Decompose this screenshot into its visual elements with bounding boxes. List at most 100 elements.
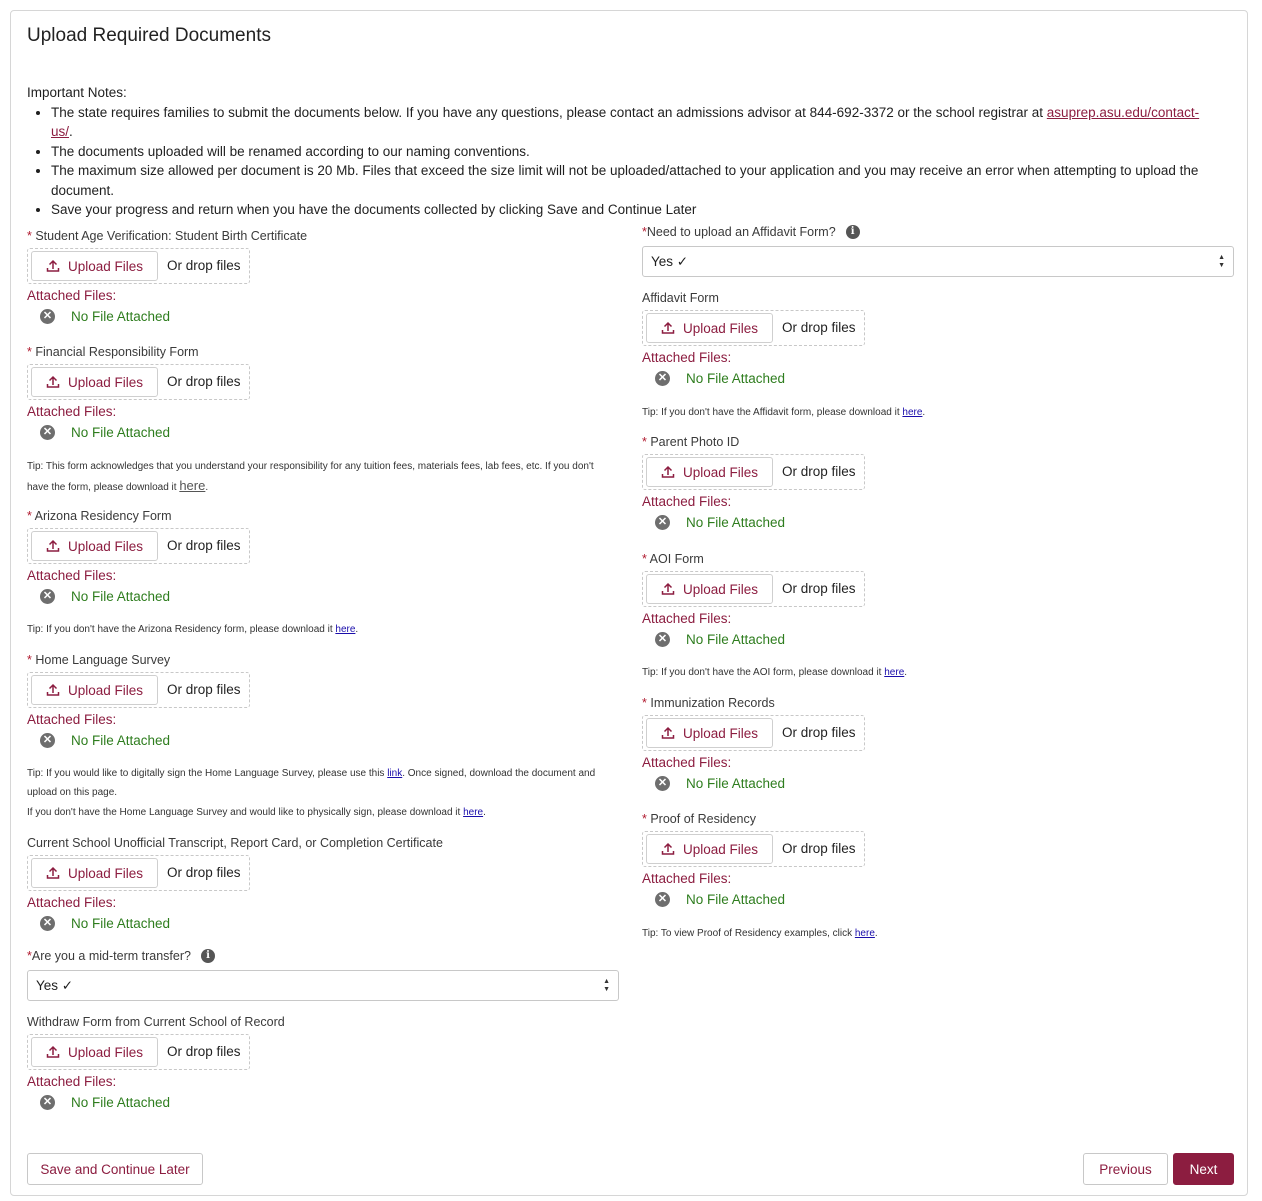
upload-documents-panel: Upload Required Documents Important Note… [10,10,1248,1196]
affidavit-download-link[interactable]: here [902,407,922,418]
no-file-row: ✕ No File Attached [642,629,1234,649]
upload-icon [46,539,60,552]
language-tip-download: If you don't have the Home Language Surv… [27,807,486,818]
save-continue-later-button[interactable]: Save and Continue Later [27,1153,203,1185]
upload-icon [46,259,60,272]
file-dropzone[interactable]: Upload Files Or drop files [642,454,865,490]
no-file-text: No File Attached [71,915,171,931]
withdraw-form-field: Withdraw Form from Current School of Rec… [27,1014,619,1112]
next-button[interactable]: Next [1173,1153,1234,1185]
file-dropzone[interactable]: Upload Files Or drop files [27,672,250,708]
file-dropzone[interactable]: Upload Files Or drop files [27,364,250,400]
upload-files-button[interactable]: Upload Files [31,1037,158,1067]
no-file-row: ✕ No File Attached [27,913,619,933]
field-label: * Immunization Records [642,696,775,710]
proof-examples-link[interactable]: here [855,928,875,939]
previous-button[interactable]: Previous [1083,1153,1168,1185]
attached-files-label: Attached Files: [27,288,117,303]
note-text: . [69,124,73,139]
note-item: The maximum size allowed per document is… [51,161,1217,200]
no-file-row: ✕ No File Attached [642,368,1234,388]
no-file-row: ✕ No File Attached [27,1092,619,1112]
info-icon[interactable]: i [200,949,215,963]
field-label: * Are you a mid-term transfer? i [27,947,619,965]
field-label: * AOI Form [642,552,704,566]
field-label: Current School Unofficial Transcript, Re… [27,836,443,850]
upload-files-button[interactable]: Upload Files [31,367,158,397]
notes-list: The state requires families to submit th… [27,103,1217,220]
drop-files-text: Or drop files [167,258,241,273]
no-file-text: No File Attached [71,588,171,604]
file-dropzone[interactable]: Upload Files Or drop files [642,310,865,346]
field-label: * Need to upload an Affidavit Form? i [642,223,1234,241]
aoi-tip: Tip: If you don't have the AOI form, ple… [642,667,908,678]
close-circle-icon: ✕ [655,775,670,791]
mid-term-transfer-select[interactable]: Yes ✓ ▲ ▼ [27,970,619,1001]
attached-files-label: Attached Files: [27,568,117,583]
file-dropzone[interactable]: Upload Files Or drop files [27,248,250,284]
field-label: * Home Language Survey [27,653,171,667]
upload-files-button[interactable]: Upload Files [31,251,158,281]
affidavit-tip: Tip: If you don't have the Affidavit for… [642,407,926,418]
affidavit-form-field: Affidavit Form Upload Files Or drop file… [642,290,1234,388]
notes-heading: Important Notes: [27,85,127,100]
upload-files-button[interactable]: Upload Files [31,675,158,705]
attached-files-label: Attached Files: [642,494,732,509]
language-tip-sign: Tip: If you would like to digitally sign… [27,768,596,798]
field-label: Withdraw Form from Current School of Rec… [27,1015,285,1029]
close-circle-icon: ✕ [40,588,55,604]
no-file-text: No File Attached [71,732,171,748]
language-download-link[interactable]: here [463,807,483,818]
close-circle-icon: ✕ [655,891,670,907]
upload-files-button[interactable]: Upload Files [646,313,773,343]
language-sign-link[interactable]: link [387,768,402,779]
file-dropzone[interactable]: Upload Files Or drop files [27,855,250,891]
mid-term-transfer-field: * Are you a mid-term transfer? i Yes ✓ ▲ ▼ [27,947,619,1001]
no-file-row: ✕ No File Attached [27,586,619,606]
no-file-text: No File Attached [71,424,171,440]
field-label: * Financial Responsibility Form [27,345,199,359]
file-dropzone[interactable]: Upload Files Or drop files [27,528,250,564]
attached-files-label: Attached Files: [642,611,732,626]
field-label: * Arizona Residency Form [27,509,172,523]
no-file-row: ✕ No File Attached [642,773,1234,793]
residency-download-link[interactable]: here [335,624,355,635]
upload-files-button[interactable]: Upload Files [646,718,773,748]
attached-files-label: Attached Files: [642,871,732,886]
drop-files-text: Or drop files [167,374,241,389]
upload-icon [46,683,60,696]
financial-download-link[interactable]: here [179,478,205,493]
close-circle-icon: ✕ [40,915,55,931]
drop-files-text: Or drop files [782,725,856,740]
no-file-text: No File Attached [71,1094,171,1110]
file-dropzone[interactable]: Upload Files Or drop files [642,831,865,867]
file-dropzone[interactable]: Upload Files Or drop files [27,1034,250,1070]
file-dropzone[interactable]: Upload Files Or drop files [642,715,865,751]
home-language-field: * Home Language Survey Upload Files Or d… [27,652,619,750]
no-file-text: No File Attached [686,631,786,647]
arizona-residency-field: * Arizona Residency Form Upload Files Or… [27,508,619,606]
no-file-row: ✕ No File Attached [27,730,619,750]
drop-files-text: Or drop files [167,682,241,697]
note-item: Save your progress and return when you h… [51,200,1217,220]
upload-icon [661,726,675,739]
file-dropzone[interactable]: Upload Files Or drop files [642,571,865,607]
no-file-text: No File Attached [686,775,786,791]
upload-files-button[interactable]: Upload Files [646,834,773,864]
drop-files-text: Or drop files [167,865,241,880]
attached-files-label: Attached Files: [27,1074,117,1089]
upload-files-button[interactable]: Upload Files [31,858,158,888]
attached-files-label: Attached Files: [27,895,117,910]
parent-photo-id-field: * Parent Photo ID Upload Files Or drop f… [642,434,1234,532]
immunization-records-field: * Immunization Records Upload Files Or d… [642,695,1234,793]
info-icon[interactable]: i [845,225,860,239]
aoi-download-link[interactable]: here [884,667,904,678]
upload-files-button[interactable]: Upload Files [31,531,158,561]
no-file-text: No File Attached [71,308,171,324]
no-file-row: ✕ No File Attached [27,306,619,326]
upload-files-button[interactable]: Upload Files [646,574,773,604]
upload-files-button[interactable]: Upload Files [646,457,773,487]
affidavit-select[interactable]: Yes ✓ ▲ ▼ [642,246,1234,277]
upload-icon [46,866,60,879]
drop-files-text: Or drop files [782,841,856,856]
